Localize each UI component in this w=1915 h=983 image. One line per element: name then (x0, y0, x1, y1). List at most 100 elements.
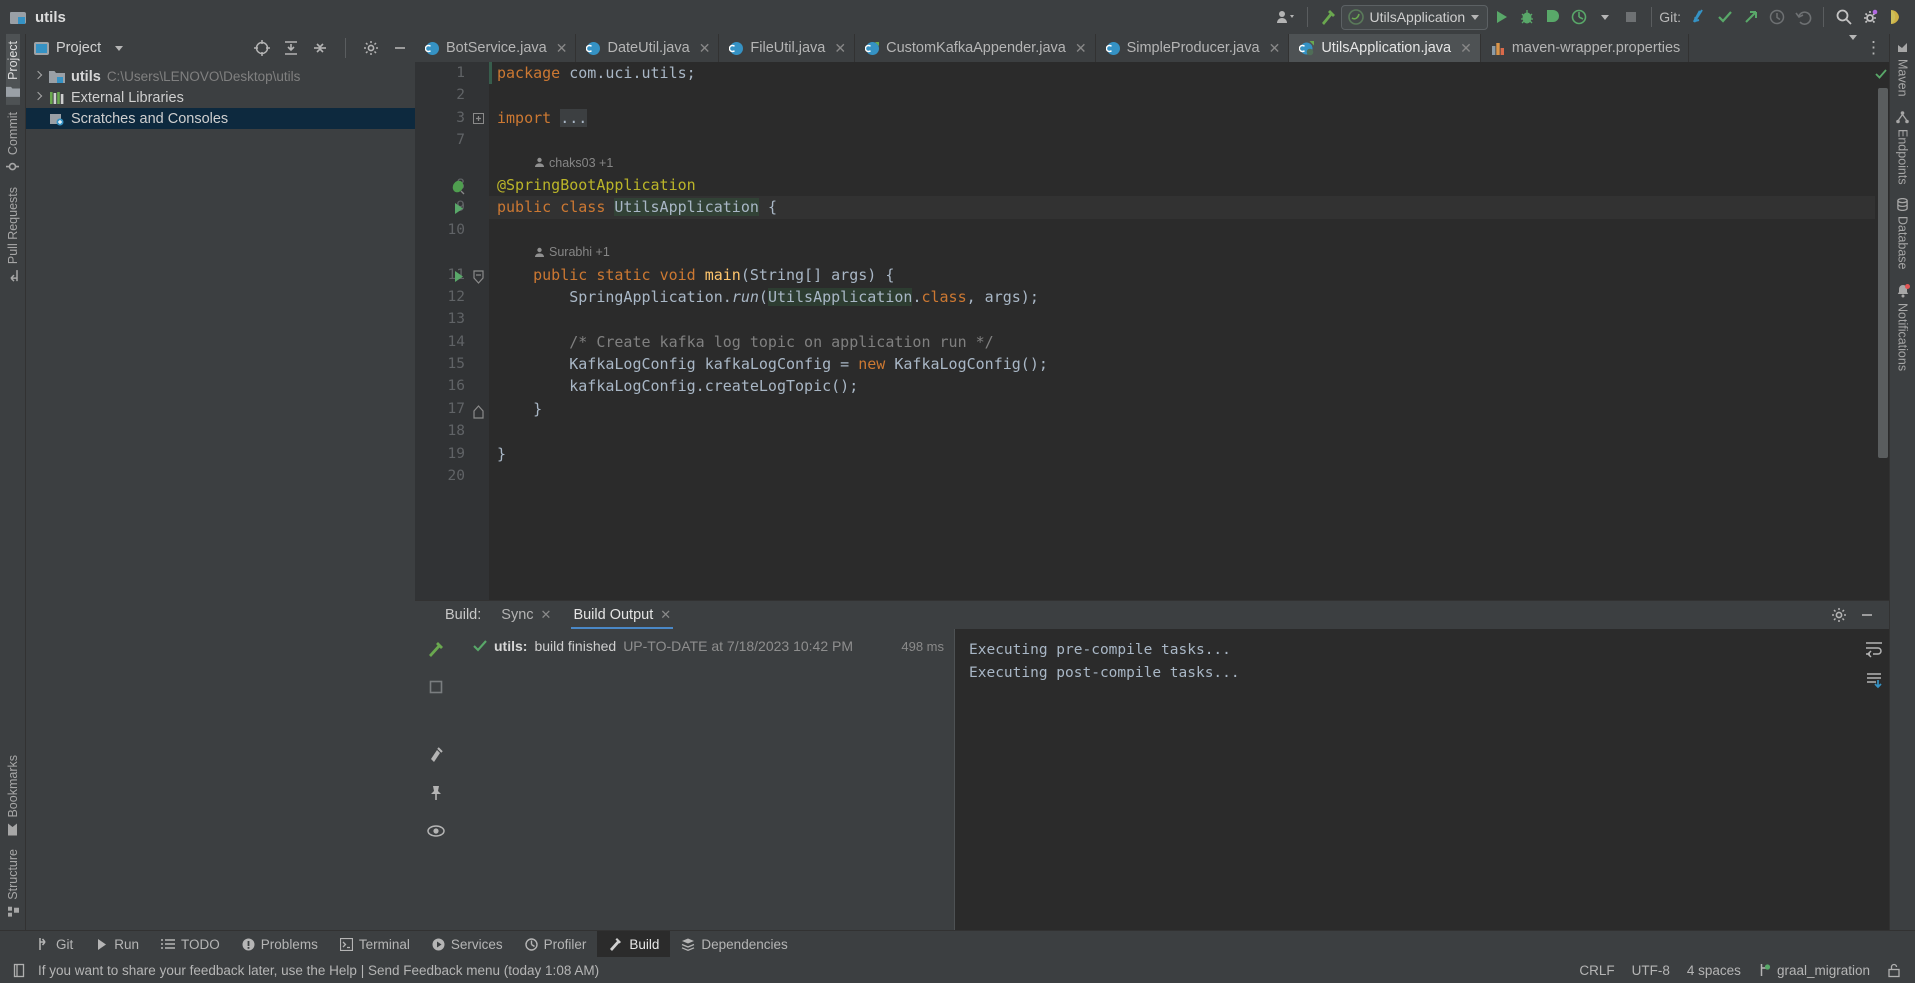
sidebar-item-notifications[interactable]: Notifications (1896, 277, 1910, 378)
code-author-inlay[interactable]: chaks03 +1 (489, 152, 1875, 174)
tool-button-terminal[interactable]: Terminal (329, 931, 421, 958)
sidebar-item-bookmarks[interactable]: Bookmarks (6, 748, 20, 843)
close-icon[interactable]: ✕ (1457, 40, 1472, 57)
encoding-indicator[interactable]: UTF-8 (1632, 963, 1670, 978)
chevron-right-icon[interactable] (34, 72, 43, 81)
fold-collapse-icon[interactable] (472, 405, 485, 419)
sidebar-item-pull-requests[interactable]: Pull Requests (6, 180, 20, 289)
ai-assistant-icon[interactable] (1883, 4, 1909, 30)
inspections-ok-icon[interactable] (452, 180, 466, 195)
sidebar-item-database[interactable]: Database (1896, 191, 1910, 277)
close-icon[interactable]: ✕ (1266, 40, 1281, 57)
show-ignored-icon[interactable] (424, 819, 448, 843)
build-result-row[interactable]: utils: build finished UP-TO-DATE at 7/18… (457, 635, 954, 657)
close-icon[interactable]: ✕ (696, 40, 711, 57)
sidebar-item-endpoints[interactable]: Endpoints (1896, 104, 1910, 192)
profiler-icon[interactable] (1566, 4, 1592, 30)
scroll-to-end-icon[interactable] (1864, 671, 1884, 691)
search-everywhere-icon[interactable] (1831, 4, 1857, 30)
editor-tab-maven-wrapper-properties[interactable]: maven-wrapper.properties (1481, 34, 1689, 62)
code-author-inlay[interactable]: Surabhi +1 (489, 241, 1875, 263)
inspection-status-ok-icon[interactable] (1875, 68, 1887, 80)
indent-indicator[interactable]: 4 spaces (1687, 963, 1741, 978)
editor-tab-utilsapplication[interactable]: UtilsApplication.java ✕ (1289, 34, 1481, 62)
editor-gutter[interactable]: 1 2 3 7 8 9 10 11 12 13 14 15 16 17 18 (415, 62, 471, 600)
run-configuration-selector[interactable]: UtilsApplication (1341, 5, 1489, 30)
run-line-marker-icon[interactable] (453, 202, 465, 215)
sidebar-item-maven[interactable]: Maven (1896, 34, 1910, 104)
code-editor[interactable]: 1 2 3 7 8 9 10 11 12 13 14 15 16 17 18 (415, 62, 1889, 600)
tool-button-services[interactable]: Services (421, 931, 514, 958)
more-options-icon[interactable]: ⋮ (1865, 42, 1883, 54)
chevron-right-icon[interactable] (34, 93, 43, 102)
gear-icon[interactable] (360, 37, 382, 59)
editor-tab-customkafkaappender[interactable]: CustomKafkaAppender.java ✕ (855, 34, 1095, 62)
build-tab-sync[interactable]: Sync ✕ (499, 601, 553, 629)
editor-tab-fileutil[interactable]: FileUtil.java ✕ (719, 34, 855, 62)
hide-panel-icon[interactable] (389, 37, 411, 59)
run-icon[interactable] (1488, 4, 1514, 30)
git-update-project-icon[interactable] (1686, 4, 1712, 30)
project-tree: utils C:\Users\LENOVO\Desktop\utils Exte… (26, 62, 415, 930)
close-icon[interactable]: ✕ (1072, 40, 1087, 57)
close-icon[interactable]: ✕ (553, 40, 568, 57)
editor-tab-dateutil[interactable]: DateUtil.java ✕ (576, 34, 719, 62)
minimize-icon[interactable] (1859, 607, 1875, 623)
tool-button-run[interactable]: Run (84, 931, 150, 958)
settings-gear-icon[interactable] (1857, 4, 1883, 30)
toggle-settings-icon[interactable] (424, 743, 448, 767)
profiler-dropdown-icon[interactable] (1592, 4, 1618, 30)
git-label: Git: (1659, 9, 1681, 25)
sidebar-item-project[interactable]: Project (6, 34, 20, 105)
run-line-marker-icon[interactable] (453, 270, 465, 283)
fold-collapse-icon[interactable] (472, 270, 485, 284)
editor-text-area[interactable]: package com.uci.utils; import ... chaks0… (489, 62, 1875, 600)
maven-icon (1896, 41, 1909, 54)
editor-fold-strip[interactable] (471, 62, 489, 600)
intellij-idea-window: utils UtilsApplication (0, 0, 1915, 983)
editor-scrollbar-thumb[interactable] (1878, 88, 1888, 458)
editor-tab-simpleproducer[interactable]: SimpleProducer.java ✕ (1096, 34, 1290, 62)
git-commit-icon[interactable] (1712, 4, 1738, 30)
rerun-build-icon[interactable] (424, 637, 448, 661)
build-results-tree[interactable]: utils: build finished UP-TO-DATE at 7/18… (457, 629, 955, 930)
editor-tab-botservice[interactable]: BotService.java ✕ (415, 34, 576, 62)
close-icon[interactable]: ✕ (831, 40, 846, 57)
expand-all-icon[interactable] (280, 37, 302, 59)
build-hammer-icon[interactable] (1315, 4, 1341, 30)
build-output-console[interactable]: Executing pre-compile tasks... Executing… (955, 629, 1859, 930)
git-push-icon[interactable] (1738, 4, 1764, 30)
collapse-all-icon[interactable] (309, 37, 331, 59)
tool-button-build[interactable]: Build (597, 931, 670, 958)
tool-button-dependencies[interactable]: Dependencies (670, 931, 798, 958)
tree-node-scratches-and-consoles[interactable]: Scratches and Consoles (26, 108, 415, 129)
status-bar-message[interactable]: If you want to share your feedback later… (38, 963, 599, 978)
tool-button-label: Dependencies (701, 937, 787, 952)
run-with-coverage-icon[interactable] (1540, 4, 1566, 30)
fold-expand-icon[interactable] (473, 113, 484, 124)
sidebar-item-commit[interactable]: Commit (6, 105, 20, 180)
user-account-icon[interactable] (1272, 4, 1300, 30)
sidebar-item-structure[interactable]: Structure (6, 842, 20, 924)
tree-node-external-libraries[interactable]: External Libraries (26, 87, 415, 108)
tool-button-problems[interactable]: Problems (231, 931, 329, 958)
git-branch-indicator[interactable]: graal_migration (1758, 963, 1870, 978)
event-log-icon[interactable] (8, 963, 31, 978)
tool-button-git[interactable]: Git (26, 931, 84, 958)
soft-wrap-icon[interactable] (1864, 639, 1884, 659)
editor-marker-strip[interactable] (1875, 62, 1889, 600)
close-icon[interactable]: ✕ (660, 607, 671, 623)
chevron-down-icon[interactable] (108, 37, 130, 59)
tool-button-todo[interactable]: TODO (150, 931, 231, 958)
chevron-down-icon[interactable] (1843, 40, 1863, 57)
tool-button-profiler[interactable]: Profiler (514, 931, 598, 958)
tree-node-utils[interactable]: utils C:\Users\LENOVO\Desktop\utils (26, 66, 415, 87)
gear-icon[interactable] (1831, 607, 1847, 623)
build-tab-build-output[interactable]: Build Output ✕ (571, 601, 673, 629)
pin-icon[interactable] (424, 781, 448, 805)
read-only-lock-icon[interactable] (1887, 963, 1901, 978)
select-opened-file-icon[interactable] (251, 37, 273, 59)
line-separator-indicator[interactable]: CRLF (1579, 963, 1614, 978)
close-icon[interactable]: ✕ (541, 607, 552, 623)
debug-icon[interactable] (1514, 4, 1540, 30)
